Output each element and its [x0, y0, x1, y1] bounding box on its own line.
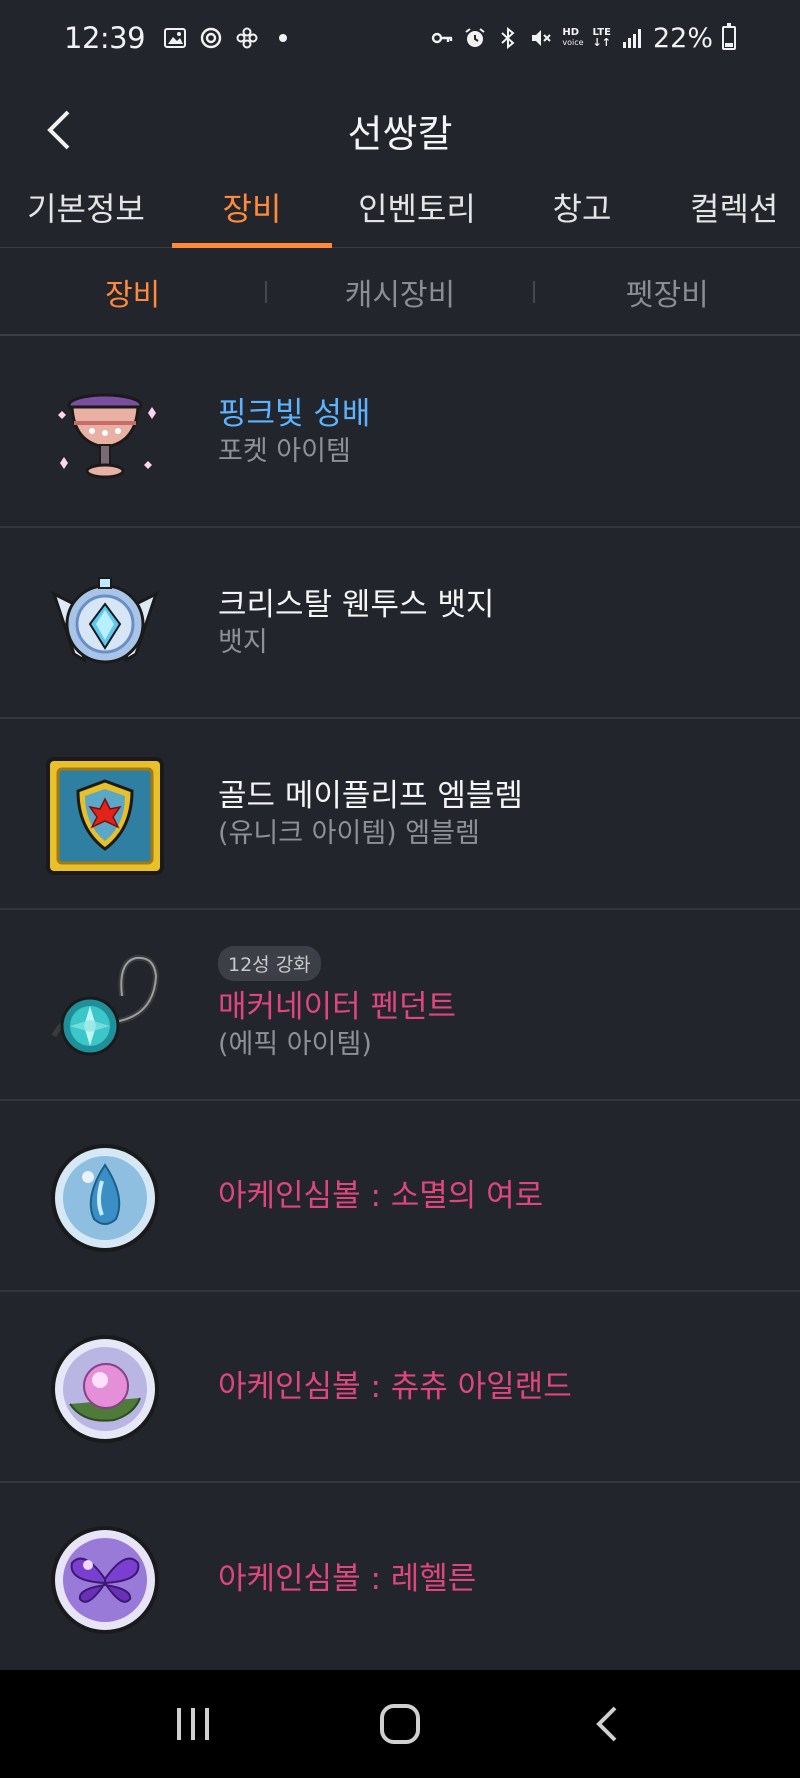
status-bar: 12:39 HD voice LTE ↓↑ 22%: [0, 0, 800, 76]
voice-text: voice: [562, 38, 584, 47]
back-icon: [595, 1706, 617, 1742]
dot-icon: [271, 26, 295, 50]
back-nav-button[interactable]: [567, 1684, 647, 1764]
gallery-icon: [163, 26, 187, 50]
signal-icon: [620, 26, 644, 50]
lte-label: LTE ↓↑: [592, 28, 611, 49]
data-arrows-icon: ↓↑: [592, 36, 611, 49]
sync-icon: [199, 26, 223, 50]
bluetooth-icon: [496, 26, 520, 50]
page-title: 선쌍칼: [347, 111, 453, 156]
item-name: 아케인심볼 : 레헬른: [218, 1560, 477, 1597]
back-button[interactable]: [32, 102, 88, 158]
alarm-icon: [463, 26, 487, 50]
list-item[interactable]: 12성 강화 매커네이터 펜던트 (에픽 아이템): [0, 910, 800, 1101]
hd-text: HD: [562, 27, 580, 38]
item-text: 골드 메이플리프 엠블렘 (유니크 아이템) 엠블렘: [218, 776, 780, 852]
item-type: (유니크 아이템) 엠블렘: [218, 817, 480, 849]
tab-indicator: [172, 243, 332, 248]
arcane-symbol-purple-icon: [44, 1519, 166, 1641]
list-item[interactable]: 아케인심볼 : 츄츄 아일랜드: [0, 1292, 800, 1483]
star-force-badge: 12성 강화: [218, 946, 321, 981]
gold-emblem-icon: [44, 755, 166, 877]
subtab-cash-equipment[interactable]: 캐시장비: [267, 270, 532, 314]
list-item[interactable]: 크리스탈 웬투스 뱃지 뱃지: [0, 528, 800, 719]
item-type: 뱃지: [218, 626, 268, 658]
item-name: 아케인심볼 : 소멸의 여로: [218, 1177, 544, 1214]
tab-inventory[interactable]: 인벤토리: [352, 184, 482, 248]
item-text: 12성 강화 매커네이터 펜던트 (에픽 아이템): [218, 946, 780, 1063]
item-name: 핑크빛 성배: [218, 395, 371, 432]
item-text: 핑크빛 성배 포켓 아이템: [218, 394, 780, 470]
battery-percent: 22%: [652, 22, 713, 54]
tab-equipment[interactable]: 장비: [172, 184, 332, 248]
item-type: 포켓 아이템: [218, 435, 351, 467]
pink-chalice-icon: [44, 373, 166, 495]
item-text: 아케인심볼 : 레헬른: [218, 1559, 780, 1599]
item-name: 골드 메이플리프 엠블렘: [218, 777, 523, 814]
home-icon: [379, 1704, 420, 1744]
item-type: (에픽 아이템): [218, 1029, 372, 1060]
item-text: 아케인심볼 : 츄츄 아일랜드: [218, 1367, 780, 1407]
item-text: 아케인심볼 : 소멸의 여로: [218, 1176, 780, 1216]
item-name: 아케인심볼 : 츄츄 아일랜드: [218, 1368, 572, 1405]
chevron-left-icon: [47, 110, 70, 150]
subtab-equipment[interactable]: 장비: [0, 270, 265, 314]
battery-icon: [722, 23, 736, 50]
recent-apps-icon: [177, 1708, 210, 1740]
home-button[interactable]: [360, 1684, 440, 1764]
list-item[interactable]: 골드 메이플리프 엠블렘 (유니크 아이템) 엠블렘: [0, 719, 800, 910]
pendant-icon: [44, 946, 166, 1068]
battery-fill: [725, 42, 733, 47]
list-item[interactable]: 아케인심볼 : 소멸의 여로: [0, 1101, 800, 1292]
hd-voice-label: HD voice: [562, 28, 583, 48]
sub-tabs: 장비 캐시장비 펫장비: [0, 249, 800, 336]
tab-storage[interactable]: 창고: [520, 184, 644, 248]
crystal-badge-icon: [44, 564, 166, 686]
main-tabs: 기본정보 장비 인벤토리 창고 컬렉션: [0, 184, 800, 248]
recent-apps-button[interactable]: [153, 1684, 233, 1764]
status-left-icons: [163, 26, 295, 50]
vpn-key-icon: [430, 26, 454, 50]
status-time: 12:39: [64, 21, 146, 55]
list-item[interactable]: 핑크빛 성배 포켓 아이템: [0, 337, 800, 528]
header: 선쌍칼: [0, 76, 800, 184]
mute-icon: [529, 26, 553, 50]
system-nav-bar: [0, 1670, 800, 1778]
list-item[interactable]: 아케인심볼 : 레헬른: [0, 1483, 800, 1674]
tab-collection[interactable]: 컬렉션: [690, 184, 800, 248]
equipment-list: 핑크빛 성배 포켓 아이템 크리스탈 웬투스 뱃지 뱃지 골드 메이플리프 엠블…: [0, 337, 800, 1674]
item-name: 크리스탈 웬투스 뱃지: [218, 586, 495, 623]
tab-basic-info[interactable]: 기본정보: [20, 184, 152, 248]
subtab-pet-equipment[interactable]: 펫장비: [535, 270, 800, 314]
flower-icon: [235, 26, 259, 50]
item-text: 크리스탈 웬투스 뱃지 뱃지: [218, 585, 780, 661]
arcane-symbol-pink-icon: [44, 1328, 166, 1450]
arcane-symbol-blue-icon: [44, 1137, 166, 1259]
status-right-icons: HD voice LTE ↓↑ 22%: [430, 23, 736, 54]
item-name: 매커네이터 펜던트: [218, 989, 457, 1025]
